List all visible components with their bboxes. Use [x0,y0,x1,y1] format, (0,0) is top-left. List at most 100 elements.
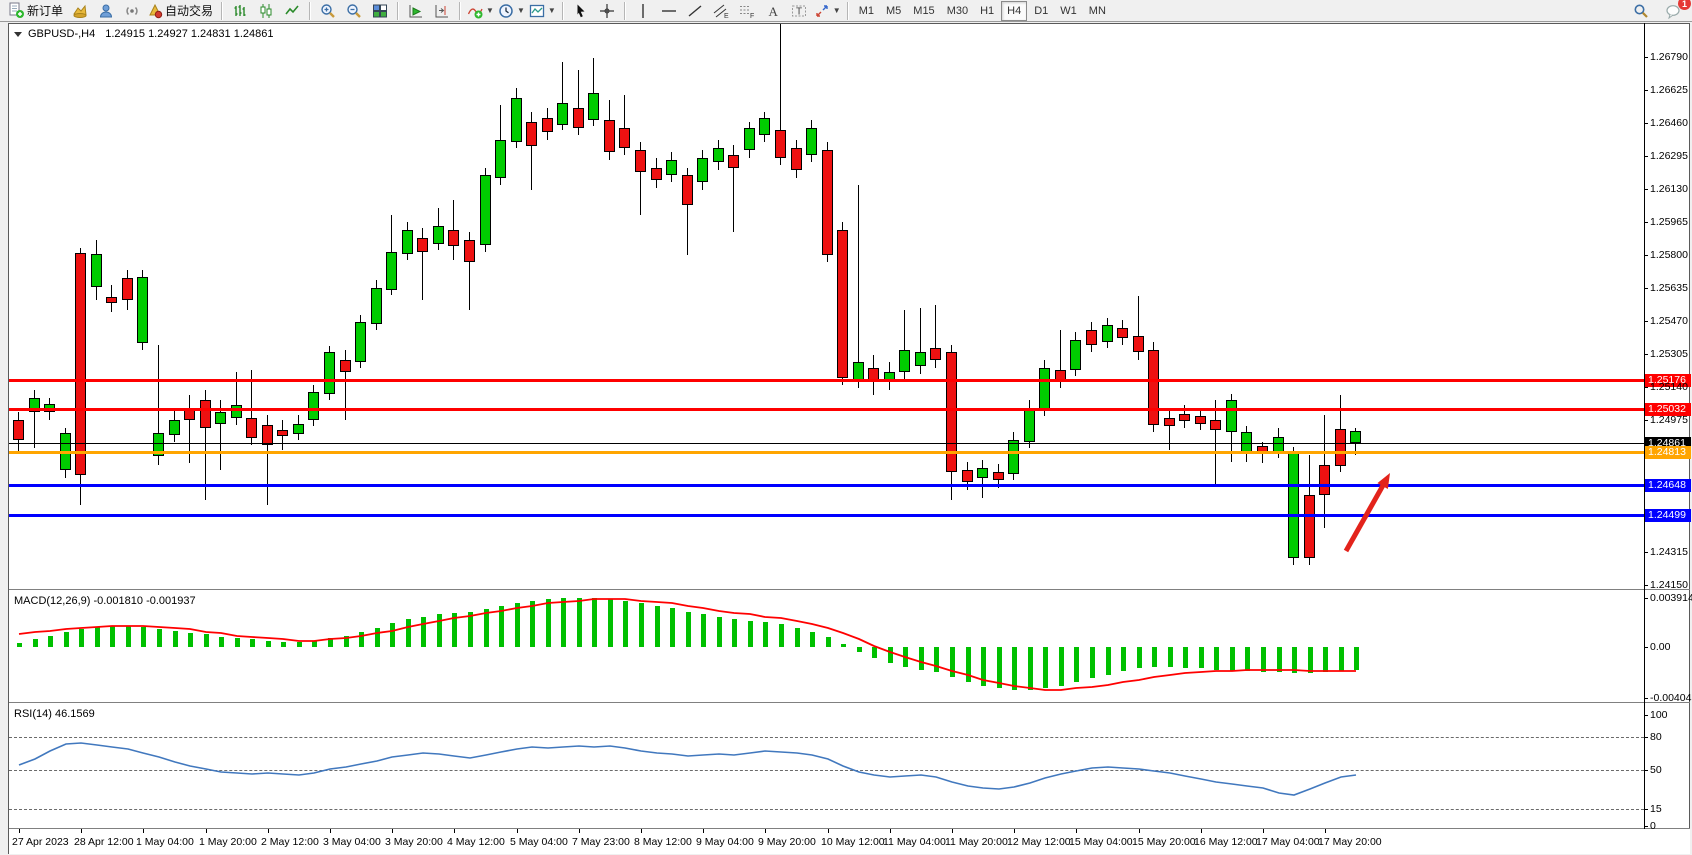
chevron-down-icon: ▼ [548,6,556,15]
time-label: 3 May 20:00 [385,836,443,848]
price-tick: 1.24150 [1650,579,1688,591]
arrows-button[interactable]: ▼ [812,1,843,21]
horizontal-line-button[interactable] [656,1,682,21]
svg-text:A: A [768,4,778,19]
macd-label: MACD(12,26,9) -0.001810 -0.001937 [14,595,196,607]
line-chart-button[interactable] [279,1,305,21]
price-tick-dash [1644,189,1648,190]
time-label: 3 May 04:00 [323,836,381,848]
vertical-line-button[interactable] [630,1,656,21]
cursor-button[interactable] [568,1,594,21]
time-tick [1201,829,1202,833]
crosshair-button[interactable] [594,1,620,21]
time-tick [1139,829,1140,833]
indicators-button[interactable]: ▼ [465,1,496,21]
time-tick [330,829,331,833]
templates-icon [529,3,545,19]
open-chart-button[interactable] [67,1,93,21]
rsi-tick-dash [1644,737,1648,738]
rsi-label: RSI(14) 46.1569 [14,708,95,720]
chart-shift-icon [434,3,450,19]
indicators-icon [467,3,483,19]
time-label: 17 May 04:00 [1256,836,1320,848]
main-chart-pane[interactable] [9,24,1644,589]
trend-arrow [9,24,1644,589]
autotrade-icon [147,3,163,19]
timeframe-button-w1[interactable]: W1 [1055,2,1082,20]
price-tick-dash [1644,321,1648,322]
templates-button[interactable]: ▼ [527,1,558,21]
time-tick [19,829,20,833]
periods-button[interactable]: ▼ [496,1,527,21]
time-tick [392,829,393,833]
timeframe-button-m1[interactable]: M1 [854,2,879,20]
time-label: 28 Apr 12:00 [74,836,134,848]
candle-chart-icon [258,3,274,19]
svg-text:T: T [796,6,802,17]
chart-window-icon [72,3,88,19]
timeframe-button-m15[interactable]: M15 [908,2,939,20]
time-tick [517,829,518,833]
chevron-down-icon: ▼ [517,6,525,15]
price-tick-dash [1644,387,1648,388]
rsi-pane[interactable] [9,703,1644,828]
chart-ohlc-values: 1.24915 1.24927 1.24831 1.24861 [105,28,273,40]
timeframe-button-m30[interactable]: M30 [942,2,973,20]
bar-chart-button[interactable] [227,1,253,21]
trendline-button[interactable] [682,1,708,21]
timeframe-button-m5[interactable]: M5 [881,2,906,20]
candle-chart-button[interactable] [253,1,279,21]
auto-trading-button[interactable]: 自动交易 [145,1,217,21]
line-chart-icon [284,3,300,19]
channel-button[interactable]: E [708,1,734,21]
time-tick [1325,829,1326,833]
time-label: 5 May 04:00 [510,836,568,848]
time-tick [143,829,144,833]
price-tick: 1.26790 [1650,51,1688,63]
time-axis[interactable]: 27 Apr 202328 Apr 12:001 May 04:001 May … [9,829,1690,854]
zoom-out-button[interactable] [341,1,367,21]
chart-title[interactable]: GBPUSD-,H4 1.24915 1.24927 1.24831 1.248… [14,28,273,40]
toolbar: 新订单 自动交易 ▼ ▼ ▼ EFA T ▼ M1M5M15M30H1H4D1W1MN [0,0,1692,22]
timeframe-button-mn[interactable]: MN [1084,2,1111,20]
signals-icon [124,3,140,19]
signals-button[interactable] [119,1,145,21]
time-label: 4 May 12:00 [447,836,505,848]
macd-tick-dash [1644,647,1648,648]
rsi-tick-dash [1644,715,1648,716]
price-tick: 1.25470 [1650,315,1688,327]
auto-scroll-icon [408,3,424,19]
search-button[interactable] [1628,1,1654,21]
timeframe-button-h1[interactable]: H1 [975,2,999,20]
timeframe-button-d1[interactable]: D1 [1029,2,1053,20]
price-axis-line [1644,23,1645,829]
pane-separator[interactable] [9,589,1690,590]
time-label: 11 May 20:00 [945,836,1008,848]
time-label: 10 May 12:00 [821,836,885,848]
price-badge: 1.24813 [1645,446,1691,459]
price-tick: 1.26460 [1650,117,1688,129]
auto-scroll-button[interactable] [403,1,429,21]
fibonacci-button[interactable]: F [734,1,760,21]
time-label: 7 May 23:00 [572,836,630,848]
toolbar-separator [562,2,564,20]
price-badge: 1.24648 [1645,479,1691,492]
pane-separator[interactable] [9,702,1690,703]
price-tick-dash [1644,288,1648,289]
text-label-button[interactable]: T [786,1,812,21]
toolbar-separator [459,2,461,20]
chart-shift-button[interactable] [429,1,455,21]
tile-windows-button[interactable] [367,1,393,21]
rsi-tick: 100 [1650,709,1668,721]
zoom-in-button[interactable] [315,1,341,21]
notifications-button[interactable]: 1 [1660,1,1686,21]
text-button[interactable]: A [760,1,786,21]
timeframe-button-h4[interactable]: H4 [1001,1,1027,21]
price-tick-dash [1644,90,1648,91]
macd-pane[interactable] [9,590,1644,702]
price-tick: 1.25635 [1650,282,1688,294]
chart-dropdown-icon[interactable] [14,32,22,37]
time-label: 12 May 12:00 [1007,836,1071,848]
profile-button[interactable] [93,1,119,21]
new-order-button[interactable]: 新订单 [6,1,67,21]
